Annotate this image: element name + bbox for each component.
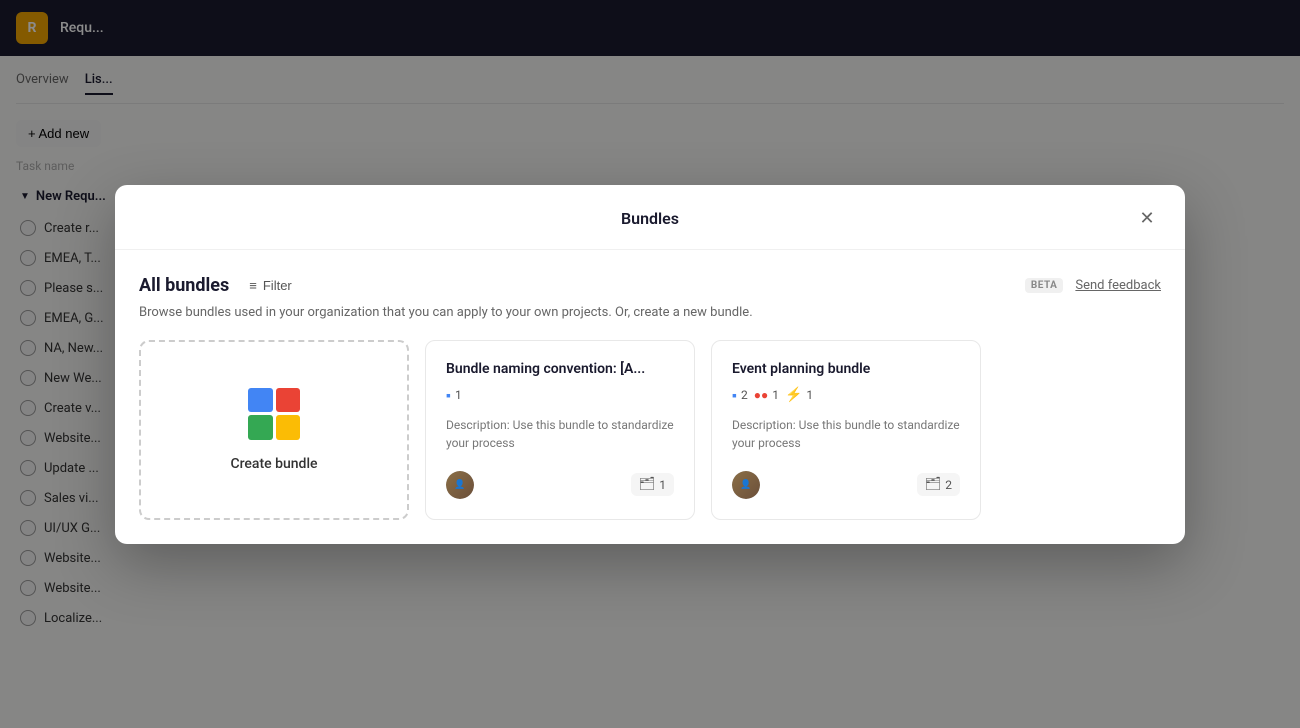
modal-body: All bundles ≡ Filter BETA Send feedback … (115, 250, 1185, 544)
bundles-grid: Create bundle Bundle naming convention: … (139, 340, 1161, 520)
bundle-card-1-title: Bundle naming convention: [A... (446, 361, 674, 377)
bundle-card-2-title: Event planning bundle (732, 361, 960, 377)
bundle-card-1-tags: ▪ 1 (446, 387, 674, 404)
close-icon: ✕ (1139, 208, 1154, 229)
bundle-tag-automations: ⚡ 1 (785, 387, 813, 403)
bundle-card-1-avatar: 👤 (446, 471, 474, 499)
modal-title: Bundles (167, 209, 1133, 228)
bundle-card-1-footer: 👤 🗂 1 (446, 471, 674, 499)
bundles-description: Browse bundles used in your organization… (139, 305, 1161, 320)
bundle-card-2-tags: ▪ 2 ●● 1 ⚡ 1 (732, 387, 960, 404)
grid-icon-cell-green (248, 415, 273, 440)
bundle-card-2[interactable]: Event planning bundle ▪ 2 ●● 1 ⚡ 1 (711, 340, 981, 520)
bundles-header: All bundles ≡ Filter BETA Send feedback (139, 274, 1161, 297)
bundle-card-1-description: Description: Use this bundle to standard… (446, 416, 674, 455)
create-bundle-card[interactable]: Create bundle (139, 340, 409, 520)
members-icon: ●● (754, 388, 769, 402)
views-icon: ▪ (732, 387, 737, 404)
bundle-card-2-footer: 👤 🗂 2 (732, 471, 960, 499)
views-icon: ▪ (446, 387, 451, 404)
bundle-tag-views: ▪ 2 (732, 387, 748, 404)
count-value: 2 (945, 478, 952, 492)
avatar-image: 👤 (446, 471, 474, 499)
bundle-card-1[interactable]: Bundle naming convention: [A... ▪ 1 Desc… (425, 340, 695, 520)
bundle-tag-views: ▪ 1 (446, 387, 462, 404)
filter-label: Filter (263, 278, 292, 293)
avatar-image: 👤 (732, 471, 760, 499)
grid-icon-cell-red (276, 388, 301, 413)
filter-icon: ≡ (249, 278, 257, 293)
count-icon: 🗂 (639, 477, 656, 492)
tag-count: 1 (772, 388, 779, 402)
bundles-heading: All bundles (139, 275, 229, 296)
bundle-card-2-avatar: 👤 (732, 471, 760, 499)
modal-overlay: Bundles ✕ All bundles ≡ Filter BETA Send… (0, 0, 1300, 728)
tag-count: 1 (455, 388, 462, 402)
create-bundle-label: Create bundle (230, 456, 317, 472)
tag-count: 2 (741, 388, 748, 402)
count-value: 1 (659, 478, 666, 492)
filter-button[interactable]: ≡ Filter (241, 274, 299, 297)
create-bundle-grid-icon (248, 388, 300, 440)
tag-count: 1 (806, 388, 813, 402)
bundles-modal: Bundles ✕ All bundles ≡ Filter BETA Send… (115, 185, 1185, 544)
bundle-tag-members: ●● 1 (754, 388, 779, 402)
grid-icon-cell-blue (248, 388, 273, 413)
grid-icon-cell-yellow (276, 415, 301, 440)
bundle-card-2-count: 🗂 2 (917, 473, 960, 496)
bundle-card-2-description: Description: Use this bundle to standard… (732, 416, 960, 455)
send-feedback-link[interactable]: Send feedback (1075, 278, 1161, 293)
bundles-header-right: BETA Send feedback (1025, 278, 1161, 293)
count-icon: 🗂 (925, 477, 942, 492)
beta-badge: BETA (1025, 278, 1064, 293)
bundle-card-1-count: 🗂 1 (631, 473, 674, 496)
modal-close-button[interactable]: ✕ (1133, 205, 1161, 233)
modal-header: Bundles ✕ (115, 185, 1185, 250)
automations-icon: ⚡ (785, 387, 802, 403)
